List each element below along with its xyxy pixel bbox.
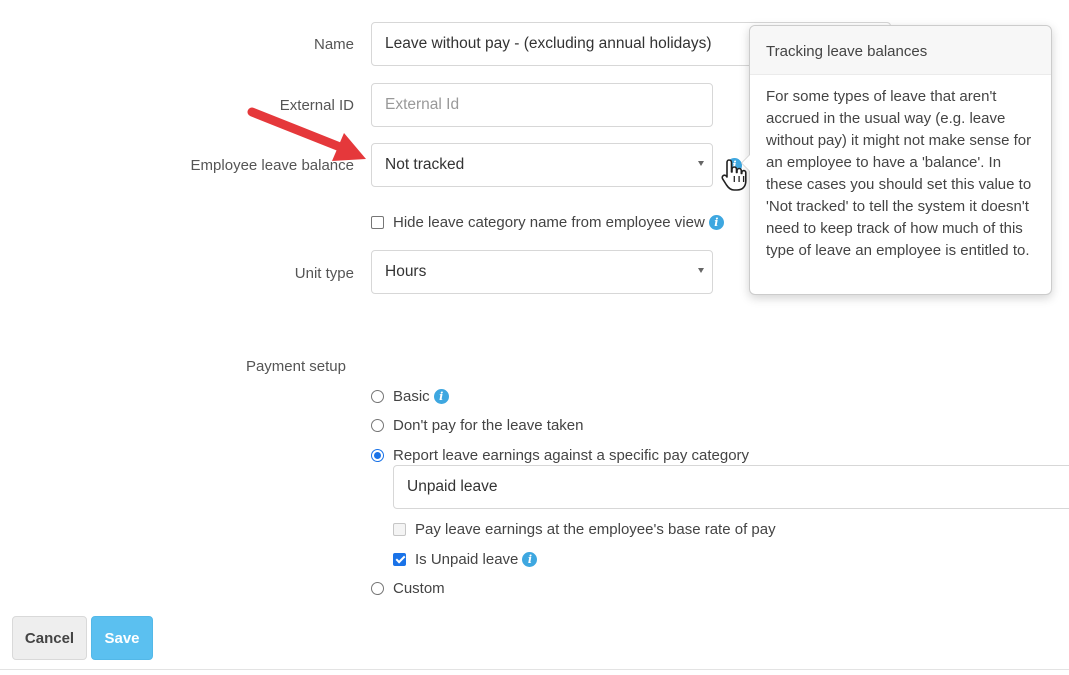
- red-arrow-icon: [247, 107, 366, 161]
- dont-pay-radio[interactable]: [371, 418, 384, 432]
- is-unpaid-label: Is Unpaid leave: [415, 550, 519, 568]
- base-rate-label: Pay leave earnings at the employee's bas…: [415, 520, 776, 538]
- external-id-placeholder: External Id: [385, 96, 460, 113]
- is-unpaid-option[interactable]: Is Unpaid leave i: [393, 549, 538, 569]
- chevron-down-icon: [698, 268, 704, 273]
- info-icon[interactable]: i: [433, 388, 449, 404]
- leave-balance-select[interactable]: Not tracked: [371, 143, 713, 187]
- unit-type-label: Unit type: [294, 265, 354, 282]
- hide-name-checkbox[interactable]: [371, 215, 384, 229]
- payment-option-dont-pay[interactable]: Don't pay for the leave taken: [371, 415, 583, 435]
- chevron-down-icon: [698, 161, 704, 166]
- hide-name-option[interactable]: Hide leave category name from employee v…: [371, 212, 724, 232]
- payment-option-report-earnings[interactable]: Report leave earnings against a specific…: [371, 445, 749, 465]
- external-id-input[interactable]: External Id: [371, 83, 713, 127]
- tooltip-popover: Tracking leave balances For some types o…: [741, 25, 1052, 295]
- base-rate-checkbox[interactable]: [393, 522, 406, 536]
- cancel-button[interactable]: Cancel: [12, 616, 87, 660]
- is-unpaid-checkbox[interactable]: [393, 552, 406, 566]
- hide-name-label: Hide leave category name from employee v…: [393, 213, 705, 231]
- basic-label: Basic: [393, 387, 430, 405]
- payment-option-basic[interactable]: Basic i: [371, 386, 449, 406]
- tooltip-body: For some types of leave that aren't accr…: [766, 88, 1032, 259]
- name-label: Name: [313, 36, 354, 53]
- leave-balance-value: Not tracked: [385, 156, 465, 173]
- pay-category-select[interactable]: Unpaid leave: [393, 465, 1069, 509]
- save-button[interactable]: Save: [91, 616, 153, 660]
- payment-setup-label: Payment setup: [245, 358, 346, 375]
- tooltip-arrow: [741, 154, 750, 172]
- footer-divider: [0, 669, 1069, 670]
- unit-type-value: Hours: [385, 263, 427, 280]
- custom-radio[interactable]: [371, 581, 384, 595]
- report-earnings-label: Report leave earnings against a specific…: [393, 446, 750, 464]
- info-icon[interactable]: i: [708, 214, 724, 230]
- basic-radio[interactable]: [371, 389, 384, 403]
- dont-pay-label: Don't pay for the leave taken: [393, 416, 584, 434]
- info-icon[interactable]: i: [522, 551, 538, 567]
- payment-option-custom[interactable]: Custom: [371, 578, 445, 598]
- tooltip-title: Tracking leave balances: [750, 26, 1051, 75]
- pay-category-value: Unpaid leave: [407, 478, 498, 495]
- custom-label: Custom: [393, 579, 445, 597]
- base-rate-option[interactable]: Pay leave earnings at the employee's bas…: [393, 519, 776, 539]
- report-earnings-radio[interactable]: [371, 448, 384, 462]
- unit-type-select[interactable]: Hours: [371, 250, 713, 294]
- name-input-value: Leave without pay - (excluding annual ho…: [385, 35, 712, 52]
